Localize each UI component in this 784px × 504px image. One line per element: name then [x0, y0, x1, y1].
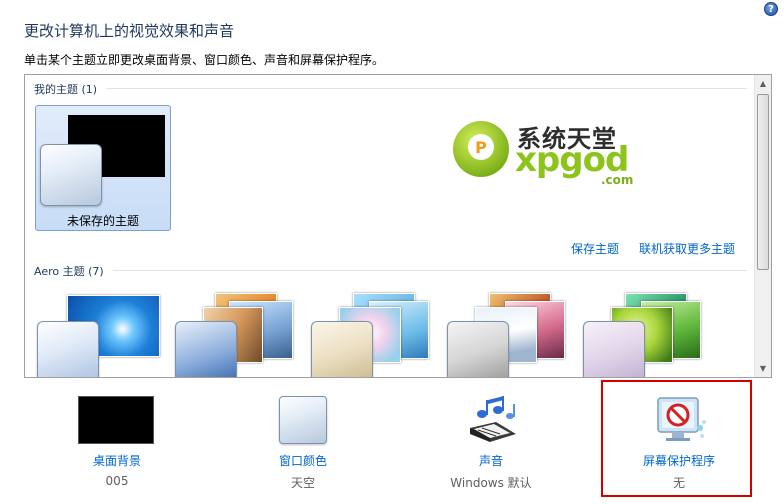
window-color-swatch: [311, 321, 373, 377]
theme-tile-label: 未保存的主题: [66, 214, 139, 228]
theme-tile-nature[interactable]: [581, 291, 711, 377]
desktop-background-icon: [78, 396, 154, 444]
theme-tile-architecture[interactable]: [173, 291, 303, 377]
highlight-box-screen-saver: [601, 380, 752, 497]
window-color-label[interactable]: 窗口颜色: [238, 452, 368, 469]
desktop-background-label[interactable]: 桌面背景: [52, 452, 182, 469]
window-color-value: 天空: [290, 476, 315, 490]
sound-button[interactable]: 声音 Windows 默认: [426, 390, 556, 490]
sound-icon: [466, 394, 520, 446]
save-theme-link[interactable]: 保存主题: [571, 240, 619, 257]
page-title: 更改计算机上的视觉效果和声音: [24, 22, 235, 40]
group-header-aero-themes: Aero 主题 (7): [34, 265, 104, 278]
logo-circle-icon: P: [453, 121, 509, 177]
window-color-swatch: [583, 321, 645, 377]
group-header-my-themes: 我的主题 (1): [34, 83, 98, 96]
watermark-suffix: .com: [601, 173, 634, 187]
window-color-swatch: [447, 321, 509, 377]
page-description: 单击某个主题立即更改桌面背景、窗口颜色、声音和屏幕保护程序。: [24, 53, 385, 67]
window-color-button[interactable]: 窗口颜色 天空: [238, 390, 368, 490]
group-divider: [107, 88, 747, 89]
help-icon[interactable]: ?: [764, 2, 778, 16]
desktop-background-button[interactable]: 桌面背景 005: [52, 390, 182, 490]
scroll-down-icon[interactable]: ▼: [755, 360, 771, 377]
window-color-swatch: [40, 144, 102, 206]
site-watermark-logo: P 系统天堂 xpgod .com: [453, 119, 653, 187]
scroll-up-icon[interactable]: ▲: [755, 75, 771, 92]
window-color-icon: [279, 396, 327, 444]
desktop-background-value: 005: [105, 474, 129, 488]
vertical-scrollbar[interactable]: ▲ ▼: [754, 75, 771, 377]
window-color-swatch: [37, 321, 99, 377]
window-color-swatch: [175, 321, 237, 377]
theme-tile-landscapes[interactable]: [445, 291, 575, 377]
theme-list-panel[interactable]: 我的主题 (1) 未保存的主题 P 系统天堂 xpgod .com 保存主题 联…: [24, 74, 772, 378]
scroll-thumb[interactable]: [757, 94, 769, 270]
theme-tile-windows7[interactable]: [37, 291, 167, 377]
sound-label[interactable]: 声音: [426, 452, 556, 469]
sound-value: Windows 默认: [450, 476, 532, 490]
theme-tile-characters[interactable]: [309, 291, 439, 377]
get-more-themes-link[interactable]: 联机获取更多主题: [639, 240, 735, 257]
watermark-main-text: xpgod: [515, 140, 629, 180]
group-divider: [113, 270, 747, 271]
theme-tile-unsaved[interactable]: 未保存的主题: [35, 105, 171, 231]
